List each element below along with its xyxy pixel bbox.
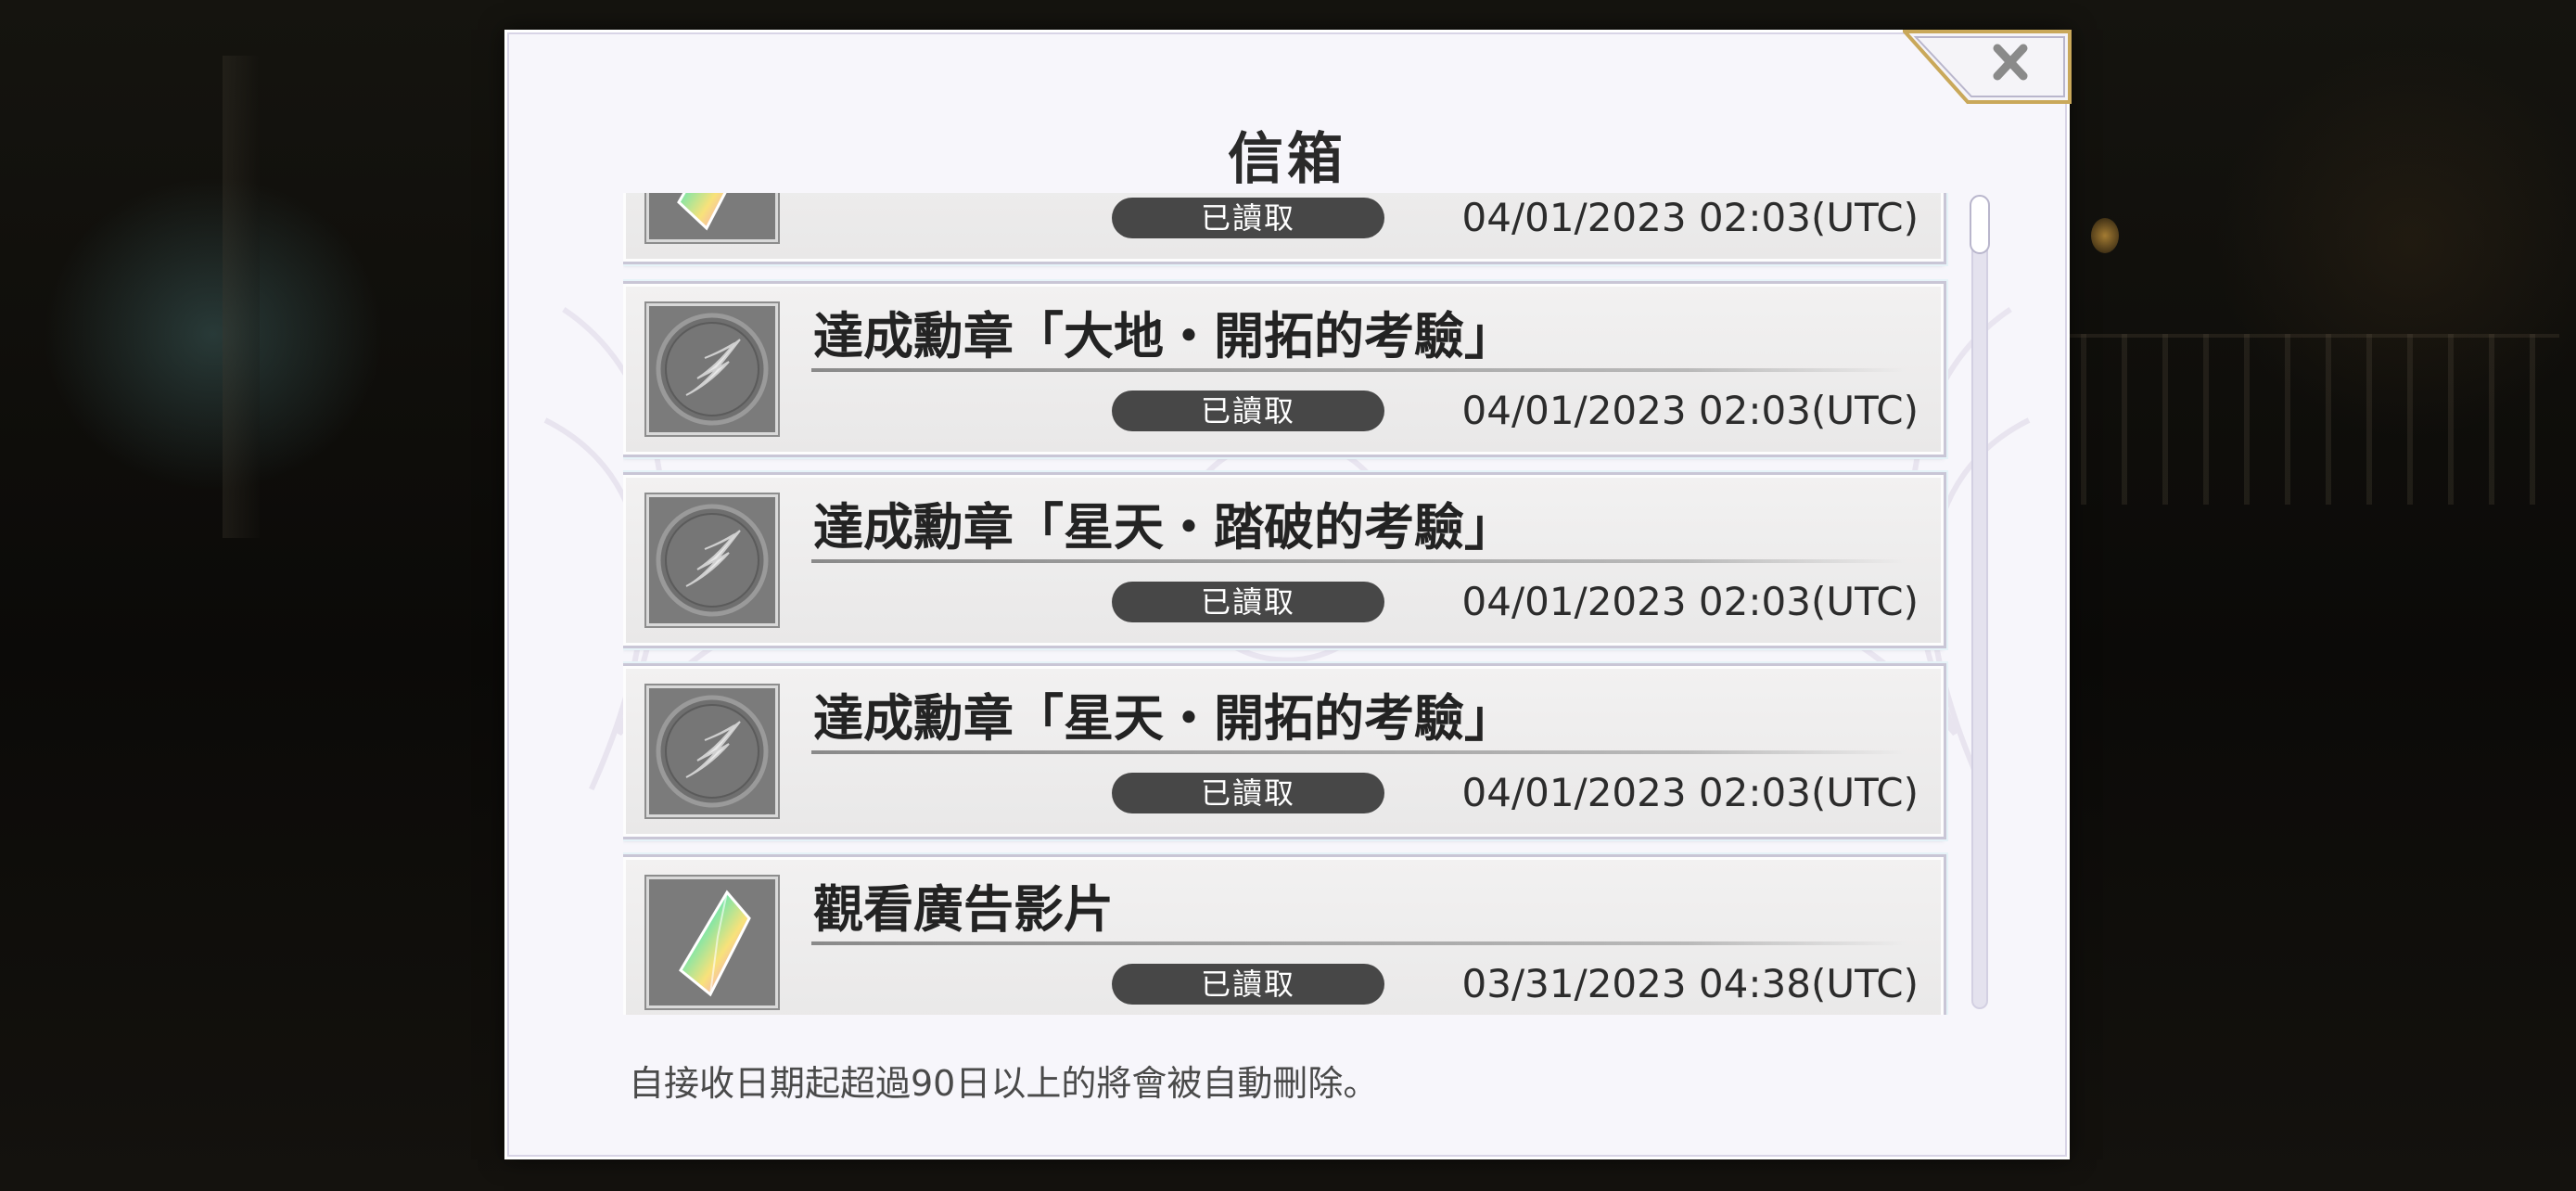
mail-list[interactable]: 已讀取 04/01/2023 02:03(UTC) 達成勳章「大地・開拓的考驗」… [623, 193, 1951, 1015]
close-x-icon [1993, 44, 2028, 81]
mail-title: 達成勳章「星天・踏破的考驗」 [813, 497, 1514, 557]
mail-item[interactable]: 已讀取 04/01/2023 02:03(UTC) [623, 193, 1944, 262]
read-status-badge: 已讀取 [1112, 391, 1384, 431]
title-divider [811, 368, 1906, 372]
scrollbar-track[interactable] [1971, 197, 1988, 1009]
auto-delete-notice: 自接收日期起超過90日以上的將會被自動刪除。 [629, 1063, 1379, 1104]
title-divider [811, 941, 1906, 945]
dialog-title: 信箱 [1228, 127, 1346, 192]
mail-title: 達成勳章「星天・開拓的考驗」 [813, 688, 1514, 748]
scrollbar-thumb[interactable] [1970, 195, 1990, 254]
mail-item[interactable]: 達成勳章「星天・開拓的考驗」 已讀取 04/01/2023 02:03(UTC) [623, 666, 1944, 837]
mail-title: 達成勳章「大地・開拓的考驗」 [813, 306, 1514, 365]
read-status-badge: 已讀取 [1112, 198, 1384, 238]
read-status-badge: 已讀取 [1112, 773, 1384, 813]
wing-medal-icon [646, 494, 778, 626]
background-pillar [223, 56, 260, 538]
title-divider [811, 750, 1906, 754]
mail-date: 04/01/2023 02:03(UTC) [1461, 579, 1919, 624]
background-lamp [2091, 218, 2119, 253]
title-divider [811, 559, 1906, 563]
mail-item[interactable]: 達成勳章「星天・踏破的考驗」 已讀取 04/01/2023 02:03(UTC) [623, 475, 1944, 646]
mail-date: 03/31/2023 04:38(UTC) [1461, 961, 1919, 1006]
mail-date: 04/01/2023 02:03(UTC) [1461, 388, 1919, 433]
mail-title: 觀看廣告影片 [813, 879, 1114, 939]
wing-medal-icon [646, 303, 778, 435]
rainbow-crystal-icon [646, 877, 778, 1008]
wing-medal-icon [646, 685, 778, 817]
rainbow-crystal-icon [646, 193, 778, 242]
mail-date: 04/01/2023 02:03(UTC) [1461, 770, 1919, 815]
mail-date: 04/01/2023 02:03(UTC) [1461, 195, 1919, 240]
read-status-badge: 已讀取 [1112, 964, 1384, 1005]
read-status-badge: 已讀取 [1112, 582, 1384, 622]
mail-item[interactable]: 達成勳章「大地・開拓的考驗」 已讀取 04/01/2023 02:03(UTC) [623, 284, 1944, 455]
background-fence [2040, 334, 2559, 505]
mail-item[interactable]: 觀看廣告影片 已讀取 03/31/2023 04:38(UTC) [623, 857, 1944, 1015]
close-button[interactable] [1903, 30, 2072, 104]
